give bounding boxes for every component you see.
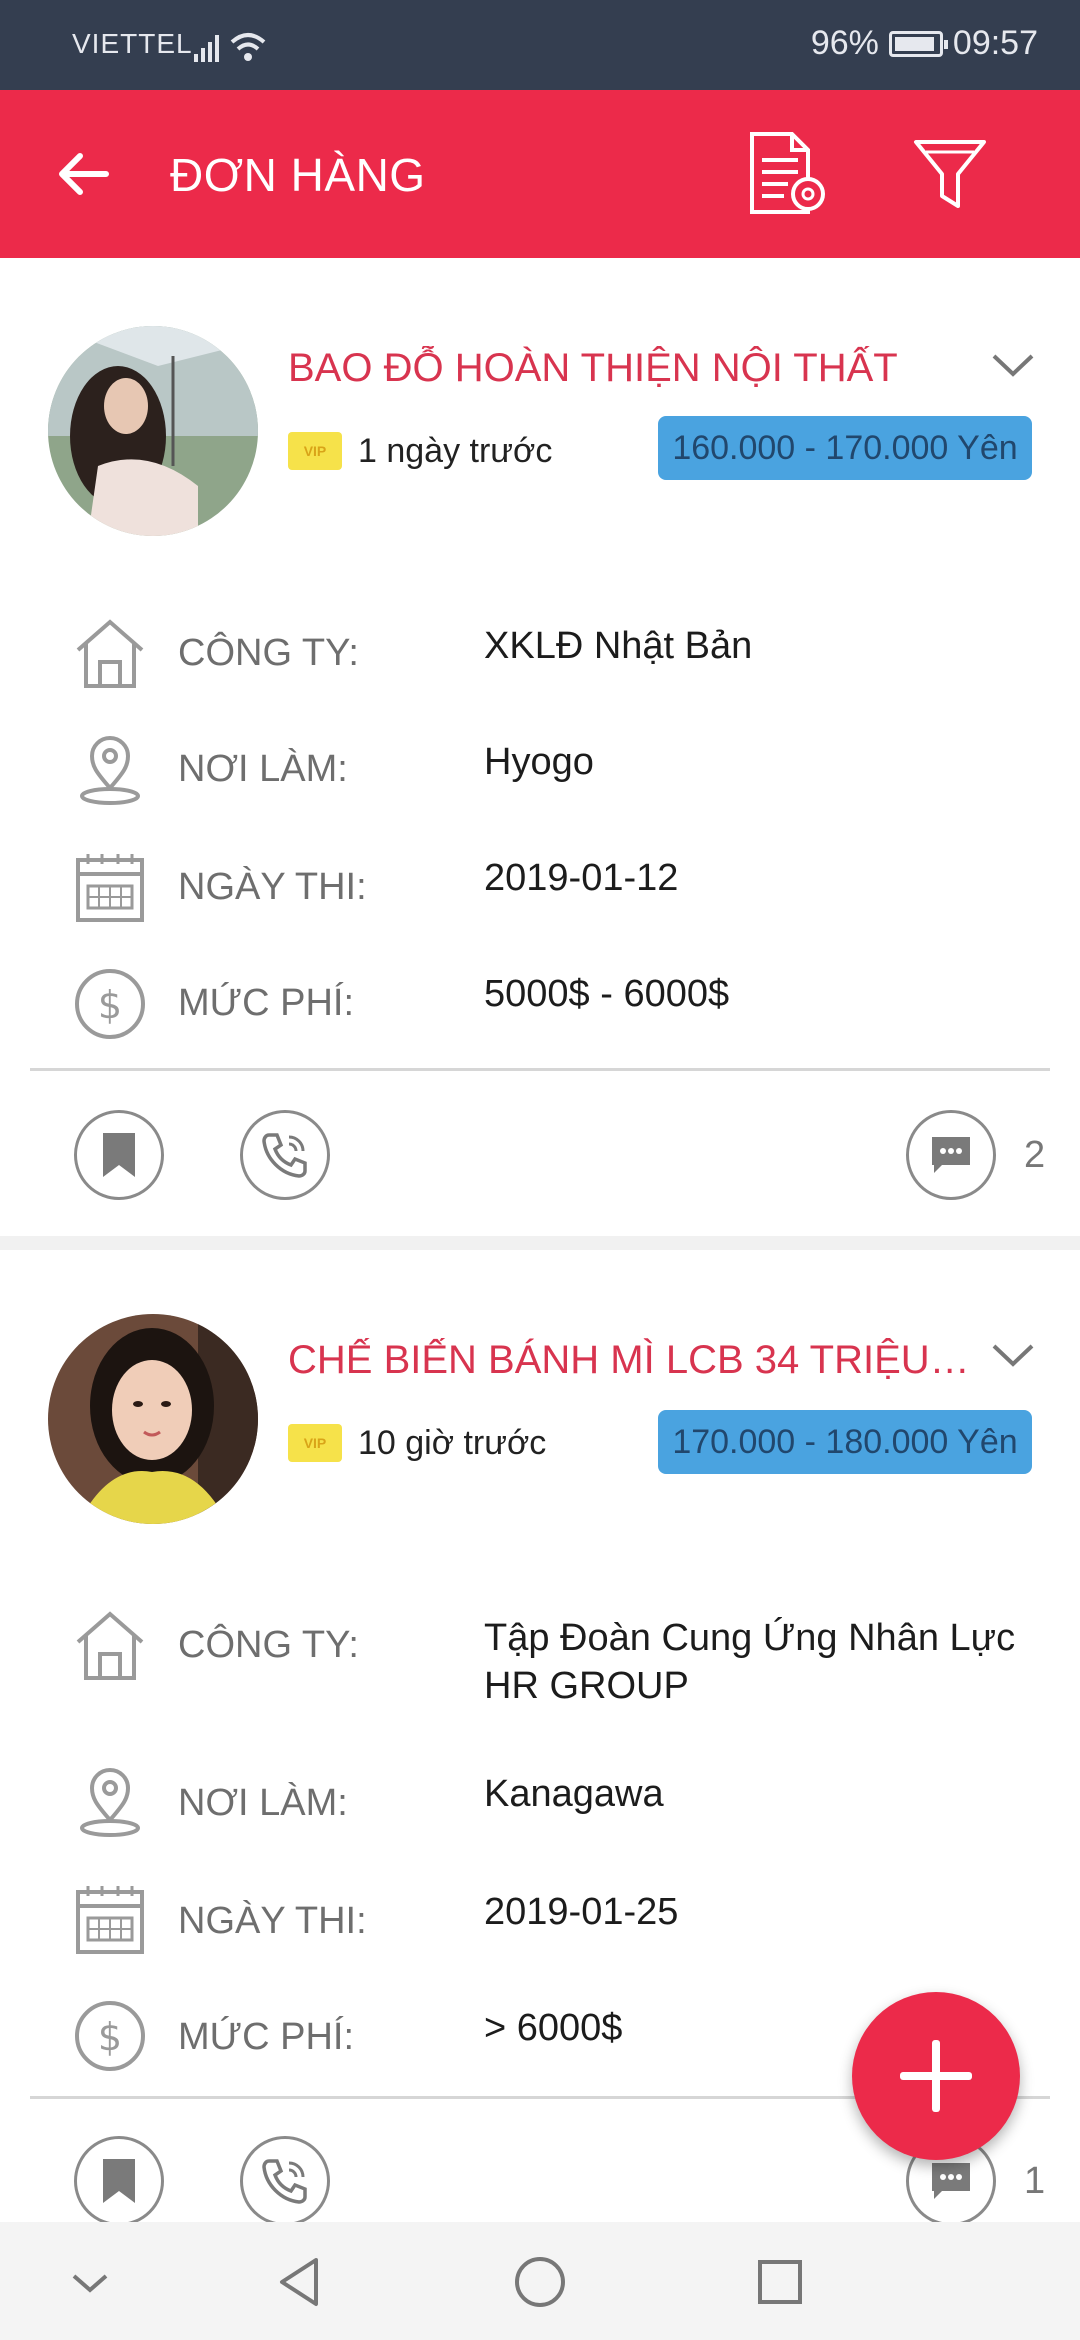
comment-count: 1 bbox=[1024, 2160, 1046, 2202]
location-pin-icon bbox=[80, 736, 140, 805]
avatar bbox=[48, 1314, 258, 1524]
location-value: Hyogo bbox=[484, 741, 594, 783]
card-separator bbox=[0, 1236, 1080, 1250]
exam-date-label: NGÀY THI: bbox=[178, 866, 367, 908]
company-label: CÔNG TY: bbox=[178, 1624, 359, 1666]
phone-icon bbox=[262, 2159, 307, 2204]
order-title[interactable]: BAO ĐỖ HOÀN THIỆN NỘI THẤT bbox=[288, 346, 1008, 391]
bookmark-icon bbox=[103, 2159, 135, 2203]
fee-label: MỨC PHÍ: bbox=[178, 982, 355, 1024]
system-nav-bar bbox=[0, 2222, 1080, 2340]
posted-time: 10 giờ trước bbox=[358, 1424, 547, 1462]
back-arrow-icon[interactable] bbox=[52, 142, 116, 206]
dollar-icon: $ bbox=[75, 2001, 145, 2071]
home-icon bbox=[76, 619, 144, 688]
order-title[interactable]: CHẾ BIẾN BÁNH MÌ LCB 34 TRIỆU CHỈ CẦN NỮ bbox=[288, 1338, 978, 1383]
recents-square-icon[interactable] bbox=[750, 2252, 810, 2312]
location-label: NƠI LÀM: bbox=[178, 1782, 348, 1824]
order-card[interactable]: BAO ĐỖ HOÀN THIỆN NỘI THẤT VIP 1 ngày tr… bbox=[0, 258, 1080, 1236]
vip-badge: VIP bbox=[288, 1424, 342, 1462]
calendar-icon bbox=[76, 1886, 144, 1954]
home-circle-icon[interactable] bbox=[510, 2252, 570, 2312]
dollar-icon: $ bbox=[75, 969, 145, 1039]
clock: 09:57 bbox=[952, 24, 1038, 62]
salary-badge: 170.000 - 180.000 Yên bbox=[658, 1410, 1032, 1474]
bookmark-icon bbox=[103, 1133, 135, 1177]
filter-icon[interactable] bbox=[912, 136, 988, 212]
fee-label: MỨC PHÍ: bbox=[178, 2016, 355, 2058]
call-button[interactable] bbox=[240, 2136, 330, 2226]
divider bbox=[30, 1068, 1050, 1071]
bookmark-button[interactable] bbox=[74, 2136, 164, 2226]
location-pin-icon bbox=[80, 1768, 140, 1837]
exam-date-value: 2019-01-25 bbox=[484, 1891, 679, 1933]
carrier-label: VIETTEL bbox=[72, 28, 193, 59]
fee-value: 5000$ - 6000$ bbox=[484, 973, 730, 1015]
app-bar: ĐƠN HÀNG bbox=[0, 90, 1080, 258]
salary-badge: 160.000 - 170.000 Yên bbox=[658, 416, 1032, 480]
document-settings-icon[interactable] bbox=[746, 130, 830, 216]
call-button[interactable] bbox=[240, 1110, 330, 1200]
chevron-down-icon[interactable] bbox=[990, 350, 1036, 380]
company-value: XKLĐ Nhật Bản bbox=[484, 625, 753, 667]
company-value: Tập Đoàn Cung Ứng Nhân Lực HR GROUP bbox=[484, 1617, 1016, 1707]
location-value: Kanagawa bbox=[484, 1773, 664, 1815]
comment-button[interactable] bbox=[906, 1110, 996, 1200]
battery-icon bbox=[888, 30, 948, 57]
calendar-icon bbox=[76, 854, 144, 922]
home-icon bbox=[76, 1611, 144, 1680]
comment-icon bbox=[932, 1137, 970, 1173]
comment-icon bbox=[932, 2163, 970, 2199]
back-triangle-icon[interactable] bbox=[270, 2252, 330, 2312]
avatar bbox=[48, 326, 258, 536]
exam-date-label: NGÀY THI: bbox=[178, 1900, 367, 1942]
exam-date-value: 2019-01-12 bbox=[484, 857, 679, 899]
bookmark-button[interactable] bbox=[74, 1110, 164, 1200]
chevron-down-icon[interactable] bbox=[990, 1340, 1036, 1370]
page-title: ĐƠN HÀNG bbox=[170, 149, 426, 201]
posted-time: 1 ngày trước bbox=[358, 432, 553, 470]
collapse-chevron-icon[interactable] bbox=[60, 2252, 120, 2312]
add-order-button[interactable] bbox=[852, 1992, 1020, 2160]
status-bar: VIETTEL 96% 09:57 bbox=[0, 0, 1080, 90]
phone-icon bbox=[262, 1133, 307, 1178]
company-label: CÔNG TY: bbox=[178, 632, 359, 674]
vip-badge: VIP bbox=[288, 432, 342, 470]
location-label: NƠI LÀM: bbox=[178, 748, 348, 790]
svg-text:$: $ bbox=[98, 2015, 122, 2059]
svg-text:$: $ bbox=[98, 983, 122, 1027]
comment-count: 2 bbox=[1024, 1134, 1046, 1176]
signal-wifi-icon bbox=[194, 33, 266, 62]
battery-percent: 96% bbox=[810, 24, 879, 62]
